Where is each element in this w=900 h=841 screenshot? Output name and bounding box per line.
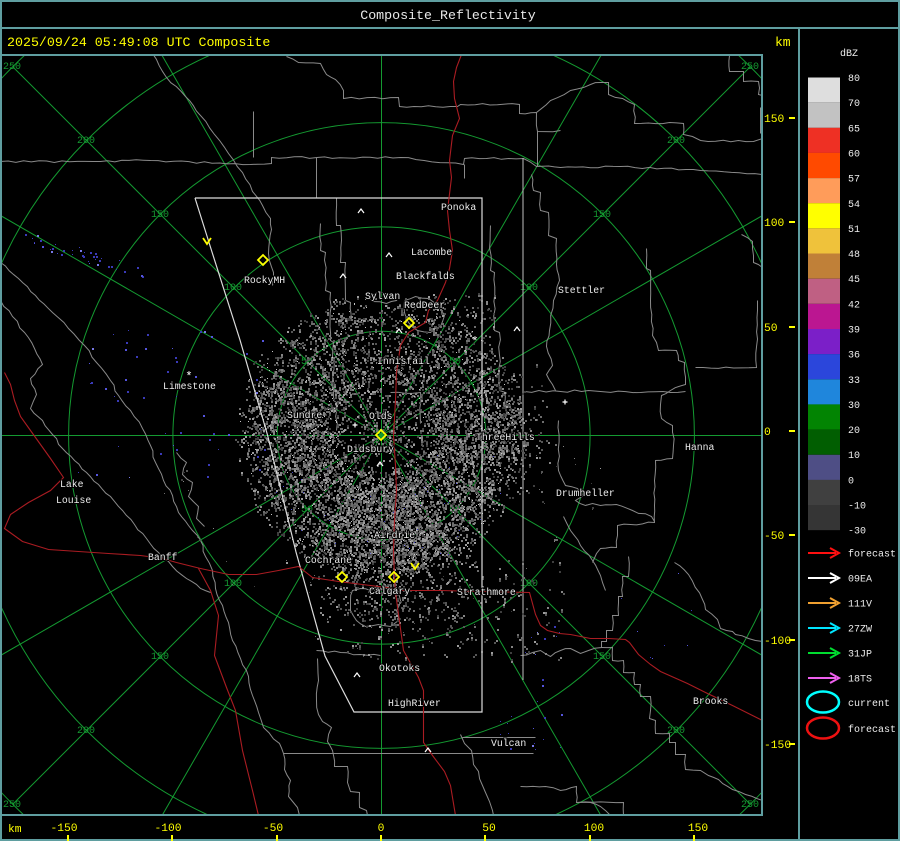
svg-text:*: * — [471, 335, 478, 349]
svg-text:RockyMH: RockyMH — [244, 275, 285, 286]
svg-text:Drumheller: Drumheller — [556, 488, 615, 499]
svg-text:forecast: forecast — [848, 724, 896, 736]
svg-text:Calgary: Calgary — [369, 586, 410, 597]
svg-text:30: 30 — [848, 401, 860, 412]
svg-text:45: 45 — [848, 275, 860, 286]
svg-text:Okotoks: Okotoks — [379, 663, 420, 674]
svg-text:*: * — [185, 370, 192, 384]
svg-text:Lacombe: Lacombe — [411, 247, 452, 258]
svg-text:RedDeer: RedDeer — [404, 300, 445, 311]
svg-text:-30: -30 — [848, 527, 866, 538]
svg-text:Sylvan: Sylvan — [365, 291, 400, 302]
svg-text:111V: 111V — [848, 600, 872, 611]
svg-text:Didsbury: Didsbury — [347, 444, 394, 455]
svg-text:ThreeHills: ThreeHills — [476, 432, 535, 443]
svg-text:09EA: 09EA — [848, 575, 872, 586]
svg-text:200: 200 — [667, 136, 685, 147]
svg-text:-150: -150 — [50, 823, 77, 835]
svg-text:Innisfail: Innisfail — [377, 356, 430, 367]
svg-text:Hanna: Hanna — [685, 442, 715, 453]
svg-text:Brooks: Brooks — [693, 696, 728, 707]
svg-text:60: 60 — [848, 149, 860, 160]
svg-text:250: 250 — [3, 62, 21, 73]
svg-text:150: 150 — [593, 210, 611, 221]
svg-text:dBZ: dBZ — [840, 48, 858, 60]
svg-text:-100: -100 — [154, 823, 181, 835]
svg-text:Airdrie: Airdrie — [374, 530, 415, 541]
svg-text:Louise: Louise — [56, 495, 91, 506]
svg-text:150: 150 — [764, 114, 785, 126]
svg-text:-10: -10 — [848, 502, 866, 513]
svg-text:Blackfalds: Blackfalds — [396, 271, 455, 282]
svg-text:100: 100 — [764, 218, 785, 230]
svg-text:54: 54 — [848, 200, 860, 211]
svg-text:51: 51 — [848, 225, 860, 236]
svg-text:250: 250 — [741, 800, 759, 811]
svg-text:50: 50 — [764, 323, 778, 335]
svg-text:Cochrane: Cochrane — [305, 555, 352, 566]
svg-text:27ZW: 27ZW — [848, 625, 872, 636]
svg-text:42: 42 — [848, 300, 860, 311]
svg-text:forecast: forecast — [848, 549, 896, 561]
svg-text:Banff: Banff — [148, 552, 178, 563]
svg-text:-50: -50 — [764, 531, 785, 543]
svg-text:km: km — [775, 35, 791, 50]
svg-text:48: 48 — [848, 250, 860, 261]
svg-text:31JP: 31JP — [848, 650, 872, 661]
svg-text:Composite_Reflectivity: Composite_Reflectivity — [360, 8, 536, 23]
svg-text:Strathmore: Strathmore — [457, 587, 516, 598]
svg-text:HighRiver: HighRiver — [388, 698, 441, 709]
svg-text:150: 150 — [688, 823, 709, 835]
svg-text:Olds: Olds — [369, 411, 393, 422]
svg-text:200: 200 — [77, 726, 95, 737]
svg-text:150: 150 — [593, 652, 611, 663]
svg-text:-150: -150 — [764, 740, 791, 752]
svg-text:80: 80 — [848, 74, 860, 85]
svg-text:-50: -50 — [263, 823, 284, 835]
svg-text:250: 250 — [3, 800, 21, 811]
svg-text:33: 33 — [848, 376, 860, 387]
svg-text:39: 39 — [848, 326, 860, 337]
svg-text:200: 200 — [77, 136, 95, 147]
svg-text:0: 0 — [848, 476, 854, 487]
svg-text:Vulcan: Vulcan — [491, 738, 526, 749]
svg-text:70: 70 — [848, 99, 860, 110]
svg-text:current: current — [848, 699, 890, 710]
svg-text:Stettler: Stettler — [558, 285, 605, 296]
svg-text:0: 0 — [764, 427, 771, 439]
svg-text:-100: -100 — [764, 636, 791, 648]
svg-text:18TS: 18TS — [848, 675, 872, 686]
svg-text:65: 65 — [848, 124, 860, 135]
svg-text:150: 150 — [151, 210, 169, 221]
svg-text:0: 0 — [378, 823, 385, 835]
svg-text:10: 10 — [848, 451, 860, 462]
svg-text:50: 50 — [482, 823, 496, 835]
svg-text:Ponoka: Ponoka — [441, 202, 476, 213]
svg-text:100: 100 — [584, 823, 605, 835]
svg-text:57: 57 — [848, 175, 860, 186]
svg-text:36: 36 — [848, 351, 860, 362]
svg-text:100: 100 — [224, 283, 242, 294]
svg-text:20: 20 — [848, 426, 860, 437]
svg-text:Lake: Lake — [60, 479, 84, 490]
svg-text:150: 150 — [151, 652, 169, 663]
svg-text:km: km — [8, 824, 22, 836]
svg-text:2025/09/24 05:49:08 UTC Compos: 2025/09/24 05:49:08 UTC Composite — [7, 35, 270, 50]
svg-text:Sundre: Sundre — [287, 410, 322, 421]
